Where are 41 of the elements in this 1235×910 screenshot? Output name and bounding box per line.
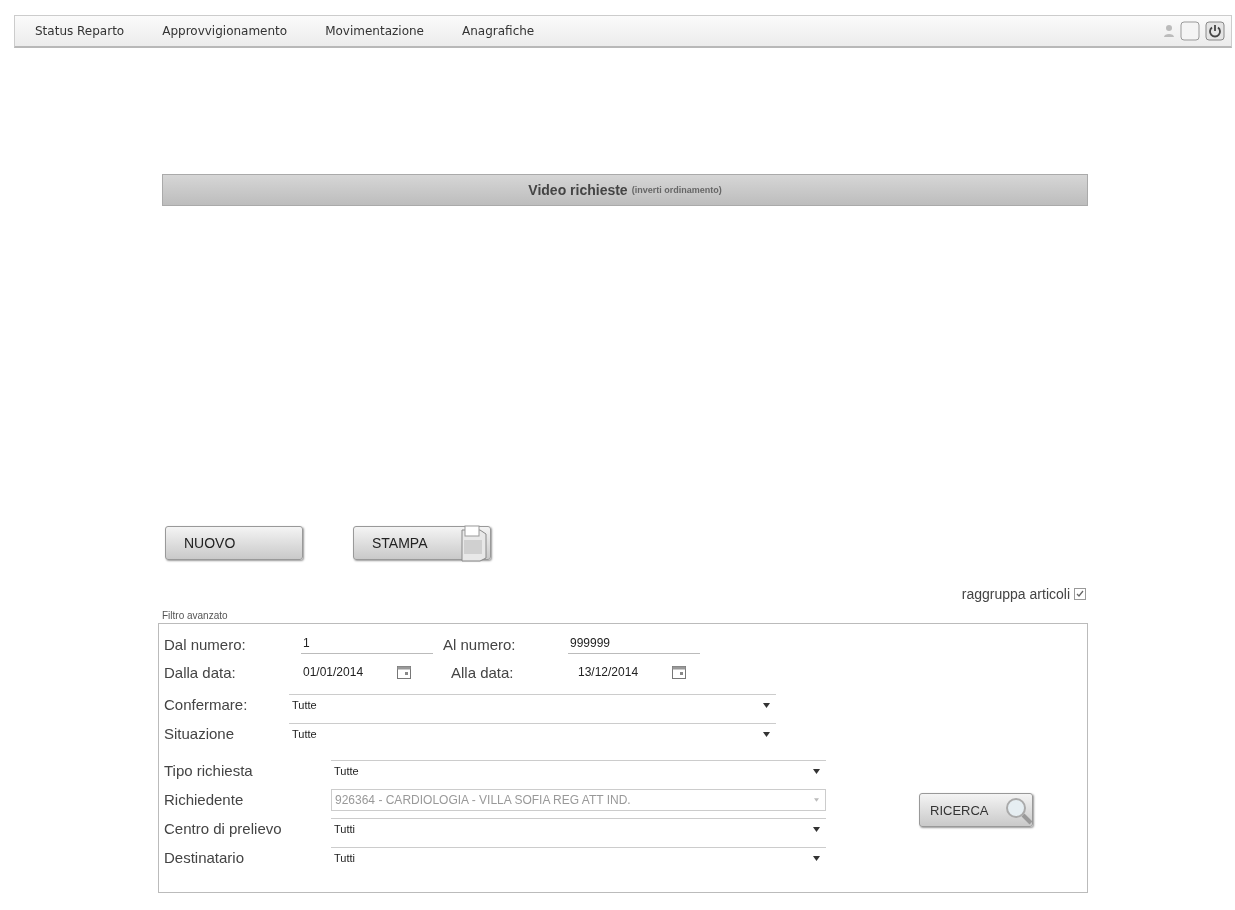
sort-link[interactable]: (inverti ordinamento): [631, 185, 722, 195]
select-field[interactable]: Tutti: [331, 817, 826, 840]
select-field[interactable]: Tutte: [289, 722, 776, 745]
field-label: Destinatario: [164, 849, 246, 866]
field-label: Dalla data:: [164, 663, 237, 681]
field-label: Alla data:: [451, 663, 515, 681]
dropdown-caret-icon: [813, 826, 820, 832]
field-label: Richiedente: [164, 791, 245, 808]
menu-item[interactable]: Anagrafiche: [462, 24, 535, 38]
dropdown-caret-icon: [813, 768, 820, 774]
field-label: Centro di prelievo: [164, 820, 283, 837]
number-field[interactable]: 999999: [568, 634, 700, 654]
date-field[interactable]: 01/01/2014: [301, 662, 391, 682]
select-field[interactable]: Tutte: [331, 759, 826, 782]
calendar-icon[interactable]: [672, 665, 686, 679]
menu-item[interactable]: Movimentazione: [325, 24, 424, 38]
date-field[interactable]: 13/12/2014: [576, 662, 666, 682]
checkbox-label: raggruppa articoli: [961, 586, 1070, 602]
action-button[interactable]: STAMPA: [353, 526, 491, 560]
number-field[interactable]: 1: [301, 634, 433, 654]
filter-legend: Filtro avanzato: [162, 610, 1088, 621]
checkbox[interactable]: [1074, 588, 1086, 600]
field-label: Dal numero:: [164, 635, 247, 653]
dropdown-caret-icon: [814, 797, 819, 802]
action-button[interactable]: NUOVO: [165, 526, 303, 560]
field-label: Tipo richiesta: [164, 762, 254, 779]
menu-item[interactable]: Approvvigionamento: [162, 24, 288, 38]
dropdown-caret-icon: [763, 731, 770, 737]
field-label: Situazione: [164, 725, 236, 742]
menu-item[interactable]: Status Reparto: [35, 24, 125, 38]
printer-icon: [458, 524, 488, 562]
field-label: Al numero:: [443, 635, 517, 653]
dropdown-caret-icon: [813, 855, 820, 861]
search-button[interactable]: RICERCA: [919, 793, 1033, 827]
calendar-icon[interactable]: [397, 665, 411, 679]
dropdown-caret-icon: [763, 702, 770, 708]
select-field[interactable]: Tutte: [289, 693, 776, 716]
field-label: Confermare:: [164, 696, 249, 713]
select-field[interactable]: Tutti: [331, 846, 826, 869]
power-icon[interactable]: [1205, 21, 1225, 41]
section-title: Video richieste: [528, 182, 628, 198]
